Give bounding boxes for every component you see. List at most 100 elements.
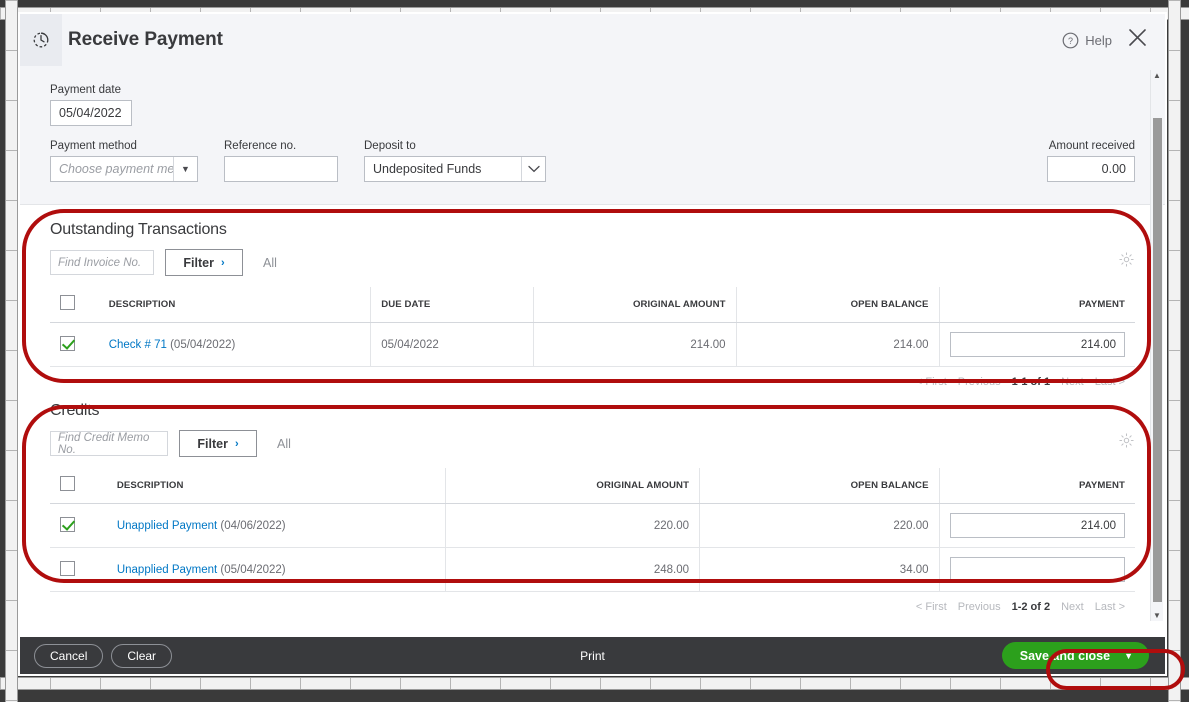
credits-filter-button[interactable]: Filter › [179, 430, 257, 457]
transaction-link[interactable]: Check # 71 [109, 339, 167, 351]
page-title: Receive Payment [68, 29, 223, 50]
gear-icon[interactable] [1118, 251, 1135, 273]
chevron-down-icon: ▼ [173, 157, 197, 181]
reference-no-group: Reference no. [224, 140, 338, 182]
modal-scrollbar[interactable]: ▲ ▼ [1150, 70, 1163, 621]
gear-icon[interactable] [1118, 432, 1135, 454]
row-select-cell [50, 503, 107, 548]
scrollbar-thumb[interactable] [1153, 118, 1162, 602]
ruler-horizontal-bottom [0, 677, 1189, 690]
row-payment-cell: 214.00 [938, 503, 1135, 548]
row-original-amount: 214.00 [532, 322, 737, 367]
pager-next[interactable]: Next [1061, 601, 1084, 613]
column-original-amount: ORIGINAL AMOUNT [532, 287, 737, 323]
payment-date-label: Payment date [50, 84, 121, 96]
pager-previous[interactable]: Previous [958, 601, 1001, 613]
outstanding-title: Outstanding Transactions [50, 221, 227, 238]
column-description: DESCRIPTION [98, 287, 371, 323]
table-row[interactable]: Unapplied Payment (05/04/2022) 248.00 34… [50, 547, 1135, 592]
select-all-cell [50, 468, 107, 504]
row-checkbox[interactable] [60, 560, 75, 576]
deposit-to-label: Deposit to [364, 140, 416, 152]
pager-previous[interactable]: Previous [958, 376, 1001, 388]
chevron-down-icon[interactable]: ▼ [1122, 642, 1149, 669]
clock-history-icon[interactable] [20, 14, 62, 66]
outstanding-filter-button[interactable]: Filter › [165, 249, 243, 276]
select-all-cell [50, 287, 99, 323]
save-and-close-button[interactable]: Save and close ▼ [1001, 642, 1149, 669]
row-checkbox[interactable] [60, 335, 75, 351]
question-circle-icon: ? [1062, 32, 1079, 48]
pager-first[interactable]: < First [916, 376, 947, 388]
table-row[interactable]: Check # 71 (05/04/2022) 05/04/2022 214.0… [50, 322, 1135, 367]
scroll-down-arrow[interactable]: ▼ [1151, 610, 1163, 621]
row-description: Unapplied Payment (05/04/2022) [106, 547, 446, 592]
select-all-checkbox[interactable] [60, 295, 75, 310]
close-icon[interactable] [1122, 26, 1153, 54]
payment-date-group: Payment date 05/04/2022 [50, 84, 1135, 126]
row-select-cell [50, 547, 107, 592]
table-header-row: DESCRIPTION DUE DATE ORIGINAL AMOUNT OPE… [50, 287, 1135, 323]
column-open-balance: OPEN BALANCE [699, 468, 940, 504]
credit-link[interactable]: Unapplied Payment [117, 564, 217, 576]
pager-last[interactable]: Last > [1095, 601, 1125, 613]
print-button[interactable]: Print [20, 649, 1165, 663]
chevron-down-icon [521, 157, 545, 181]
outstanding-table: DESCRIPTION DUE DATE ORIGINAL AMOUNT OPE… [50, 287, 1135, 367]
amount-received-group: Amount received 0.00 [1047, 140, 1135, 182]
modal-footer: Cancel Clear Print Save and close ▼ [20, 637, 1165, 674]
row-checkbox[interactable] [60, 516, 75, 532]
help-button[interactable]: ? Help [1062, 32, 1112, 49]
column-due-date: DUE DATE [370, 287, 534, 323]
row-due-date: 05/04/2022 [370, 322, 534, 367]
payment-fields-row: Payment method Choose payment method ▼ R… [50, 140, 1135, 182]
credits-table: DESCRIPTION ORIGINAL AMOUNT OPEN BALANCE… [50, 468, 1135, 592]
row-description: Unapplied Payment (04/06/2022) [106, 503, 446, 548]
ruler-vertical-right [1168, 0, 1181, 702]
scroll-up-arrow[interactable]: ▲ [1151, 70, 1163, 81]
table-row[interactable]: Unapplied Payment (04/06/2022) 220.00 22… [50, 503, 1135, 548]
column-description: DESCRIPTION [106, 468, 446, 504]
svg-text:?: ? [1068, 36, 1073, 46]
transaction-date: (05/04/2022) [170, 338, 236, 351]
reference-no-label: Reference no. [224, 140, 297, 152]
row-payment-input[interactable]: 214.00 [949, 513, 1125, 538]
help-label: Help [1085, 32, 1112, 48]
chevron-right-icon: › [220, 256, 225, 269]
credits-title: Credits [50, 402, 100, 419]
select-all-checkbox[interactable] [60, 476, 75, 491]
column-payment: PAYMENT [938, 468, 1135, 504]
row-select-cell [50, 322, 99, 367]
deposit-to-group: Deposit to Undeposited Funds [364, 140, 546, 182]
row-original-amount: 248.00 [445, 547, 700, 592]
outstanding-transactions-section: Outstanding Transactions Find Invoice No… [20, 205, 1165, 388]
reference-no-input[interactable] [224, 156, 338, 182]
credits-filter-state: All [277, 436, 291, 451]
table-header-row: DESCRIPTION ORIGINAL AMOUNT OPEN BALANCE… [50, 468, 1135, 504]
payment-date-input[interactable]: 05/04/2022 [50, 100, 132, 126]
credit-link[interactable]: Unapplied Payment [117, 520, 217, 532]
amount-received-input[interactable]: 0.00 [1047, 156, 1135, 182]
pager-last[interactable]: Last > [1095, 376, 1125, 388]
clear-button[interactable]: Clear [111, 643, 173, 668]
row-payment-cell [938, 547, 1135, 592]
deposit-to-select[interactable]: Undeposited Funds [364, 156, 546, 182]
totals-section: Amount to Apply $0.00 Amount to Credit $… [20, 613, 1165, 637]
outstanding-pagination: < First Previous 1-1 of 1 Next Last > [50, 367, 1135, 388]
row-payment-input[interactable] [949, 557, 1125, 582]
pager-next[interactable]: Next [1061, 376, 1084, 388]
ruler-vertical-left [5, 0, 18, 702]
chevron-right-icon: › [234, 437, 239, 450]
payment-method-select[interactable]: Choose payment method ▼ [50, 156, 198, 182]
pager-first[interactable]: < First [916, 601, 947, 613]
row-description: Check # 71 (05/04/2022) [98, 322, 371, 367]
find-credit-memo-input[interactable]: Find Credit Memo No. [50, 431, 168, 456]
credits-pagination: < First Previous 1-2 of 2 Next Last > [50, 592, 1135, 613]
amount-received-label: Amount received [1048, 140, 1135, 152]
column-original-amount: ORIGINAL AMOUNT [445, 468, 700, 504]
row-payment-input[interactable]: 214.00 [949, 332, 1125, 357]
find-invoice-input[interactable]: Find Invoice No. [50, 250, 154, 275]
deposit-to-value: Undeposited Funds [373, 162, 482, 176]
cancel-button[interactable]: Cancel [34, 643, 104, 668]
pager-current: 1-2 of 2 [1011, 601, 1051, 613]
